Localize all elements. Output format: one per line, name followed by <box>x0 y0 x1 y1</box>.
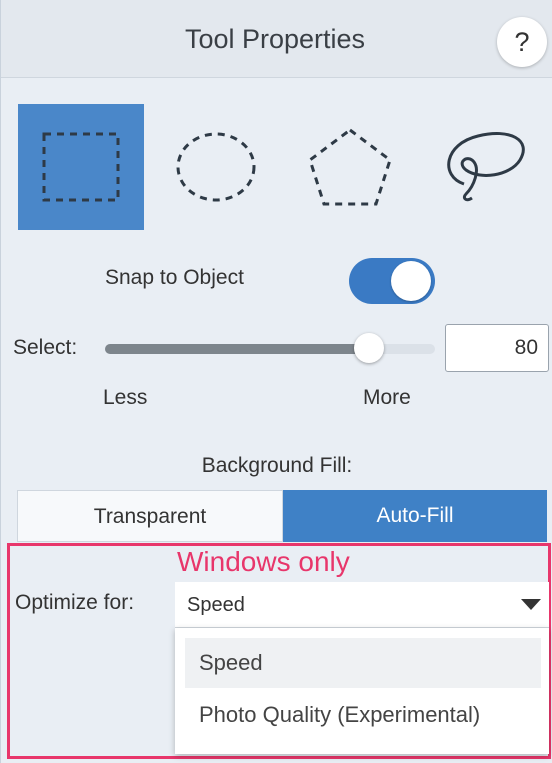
snap-to-object-label: Snap to Object <box>105 266 244 289</box>
lasso-selection-tool[interactable] <box>420 104 546 230</box>
menu-item-photo-quality[interactable]: Photo Quality (Experimental) <box>185 690 541 740</box>
dashed-ellipse-icon <box>176 132 256 202</box>
dashed-pentagon-icon <box>308 128 392 206</box>
toggle-knob <box>391 261 431 301</box>
select-slider[interactable] <box>105 333 435 363</box>
select-value-input[interactable]: 80 <box>445 324 549 372</box>
windows-only-annotation: Windows only <box>177 546 350 577</box>
rectangle-selection-tool[interactable] <box>18 104 144 230</box>
slider-thumb[interactable] <box>354 333 384 363</box>
auto-fill-option-button[interactable]: Auto-Fill <box>283 490 547 542</box>
dropdown-arrow-icon[interactable] <box>521 599 541 610</box>
optimize-for-dropdown[interactable]: Speed <box>175 582 549 628</box>
lasso-icon <box>447 132 525 202</box>
optimize-for-label: Optimize for: <box>15 591 135 614</box>
help-button[interactable]: ? <box>497 17 547 67</box>
dashed-rectangle-icon <box>42 132 120 202</box>
select-label: Select: <box>13 336 78 359</box>
background-fill-label: Background Fill: <box>201 454 353 477</box>
panel-title: Tool Properties <box>184 24 366 54</box>
polygon-selection-tool[interactable] <box>286 104 412 230</box>
dropdown-selected-value: Speed <box>187 594 245 616</box>
panel-header: Tool Properties ? <box>1 0 552 78</box>
slider-more-label: More <box>363 386 411 409</box>
slider-less-label: Less <box>103 386 148 409</box>
menu-item-speed[interactable]: Speed <box>185 638 541 688</box>
tool-properties-panel: Tool Properties ? Snap to Object Select:… <box>0 0 552 763</box>
transparent-option-button[interactable]: Transparent <box>17 490 283 542</box>
ellipse-selection-tool[interactable] <box>152 104 278 230</box>
slider-fill <box>105 344 369 354</box>
snap-to-object-toggle[interactable] <box>349 258 435 304</box>
optimize-for-menu: Speed Photo Quality (Experimental) <box>175 628 549 754</box>
